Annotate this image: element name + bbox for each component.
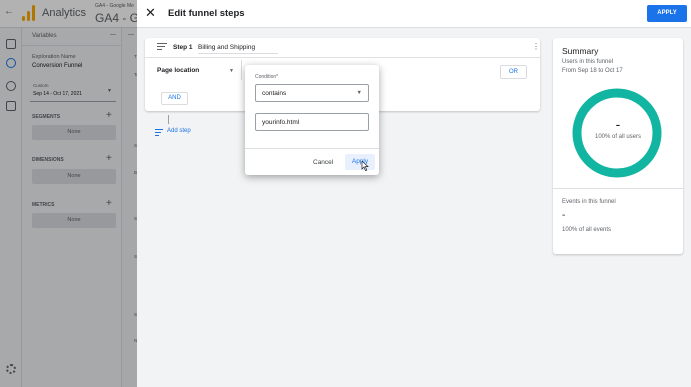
divider	[241, 60, 242, 80]
users-percent: 100% of all users	[594, 134, 642, 140]
or-button[interactable]: OR	[500, 65, 527, 79]
donut-ring	[572, 88, 662, 178]
mouse-pointer-icon	[361, 161, 369, 171]
events-percent: 100% of all events	[562, 227, 612, 233]
step-name-input[interactable]: Billing and Shipping	[198, 44, 278, 54]
step-number: Step 1	[173, 44, 193, 51]
divider	[245, 148, 379, 149]
step-connector	[168, 115, 169, 124]
popover-apply-button[interactable]: Apply	[345, 154, 375, 170]
dimension-selector[interactable]: Page location	[157, 67, 199, 74]
condition-popover: Condition* contains ▼ Cancel Apply	[245, 65, 379, 175]
condition-select[interactable]: contains ▼	[255, 84, 369, 102]
divider	[553, 188, 683, 189]
cancel-button[interactable]: Cancel	[313, 159, 333, 166]
summary-date-range: From Sep 18 to Oct 17	[562, 68, 623, 74]
add-step-icon	[155, 129, 163, 136]
events-value: -	[562, 210, 566, 221]
close-icon[interactable]: ✕	[145, 6, 156, 20]
condition-value: contains	[262, 90, 287, 97]
and-button[interactable]: AND	[161, 92, 188, 105]
condition-label: Condition*	[255, 74, 279, 80]
dimension-caret-icon[interactable]: ▼	[229, 68, 234, 74]
users-value: -	[615, 116, 621, 132]
sheet-header: ✕ Edit funnel steps APPLY	[137, 0, 691, 28]
summary-card: Summary Users in this funnel From Sep 18…	[553, 38, 683, 254]
apply-button[interactable]: APPLY	[647, 5, 687, 22]
add-step-label: Add step	[167, 128, 191, 134]
users-in-funnel-label: Users in this funnel	[562, 59, 614, 65]
step-header: Step 1 Billing and Shipping ⋮	[145, 38, 540, 58]
sheet-title: Edit funnel steps	[168, 8, 245, 19]
chevron-down-icon: ▼	[356, 90, 362, 96]
events-in-funnel-label: Events in this funnel	[562, 199, 616, 205]
edit-funnel-steps-sheet: ✕ Edit funnel steps APPLY Step 1 Billing…	[137, 0, 691, 387]
condition-value-input[interactable]	[255, 113, 369, 131]
more-vert-icon[interactable]: ⋮	[532, 42, 540, 51]
users-donut-chart	[572, 88, 662, 178]
drag-handle-icon[interactable]	[157, 43, 167, 51]
summary-title: Summary	[562, 46, 599, 56]
